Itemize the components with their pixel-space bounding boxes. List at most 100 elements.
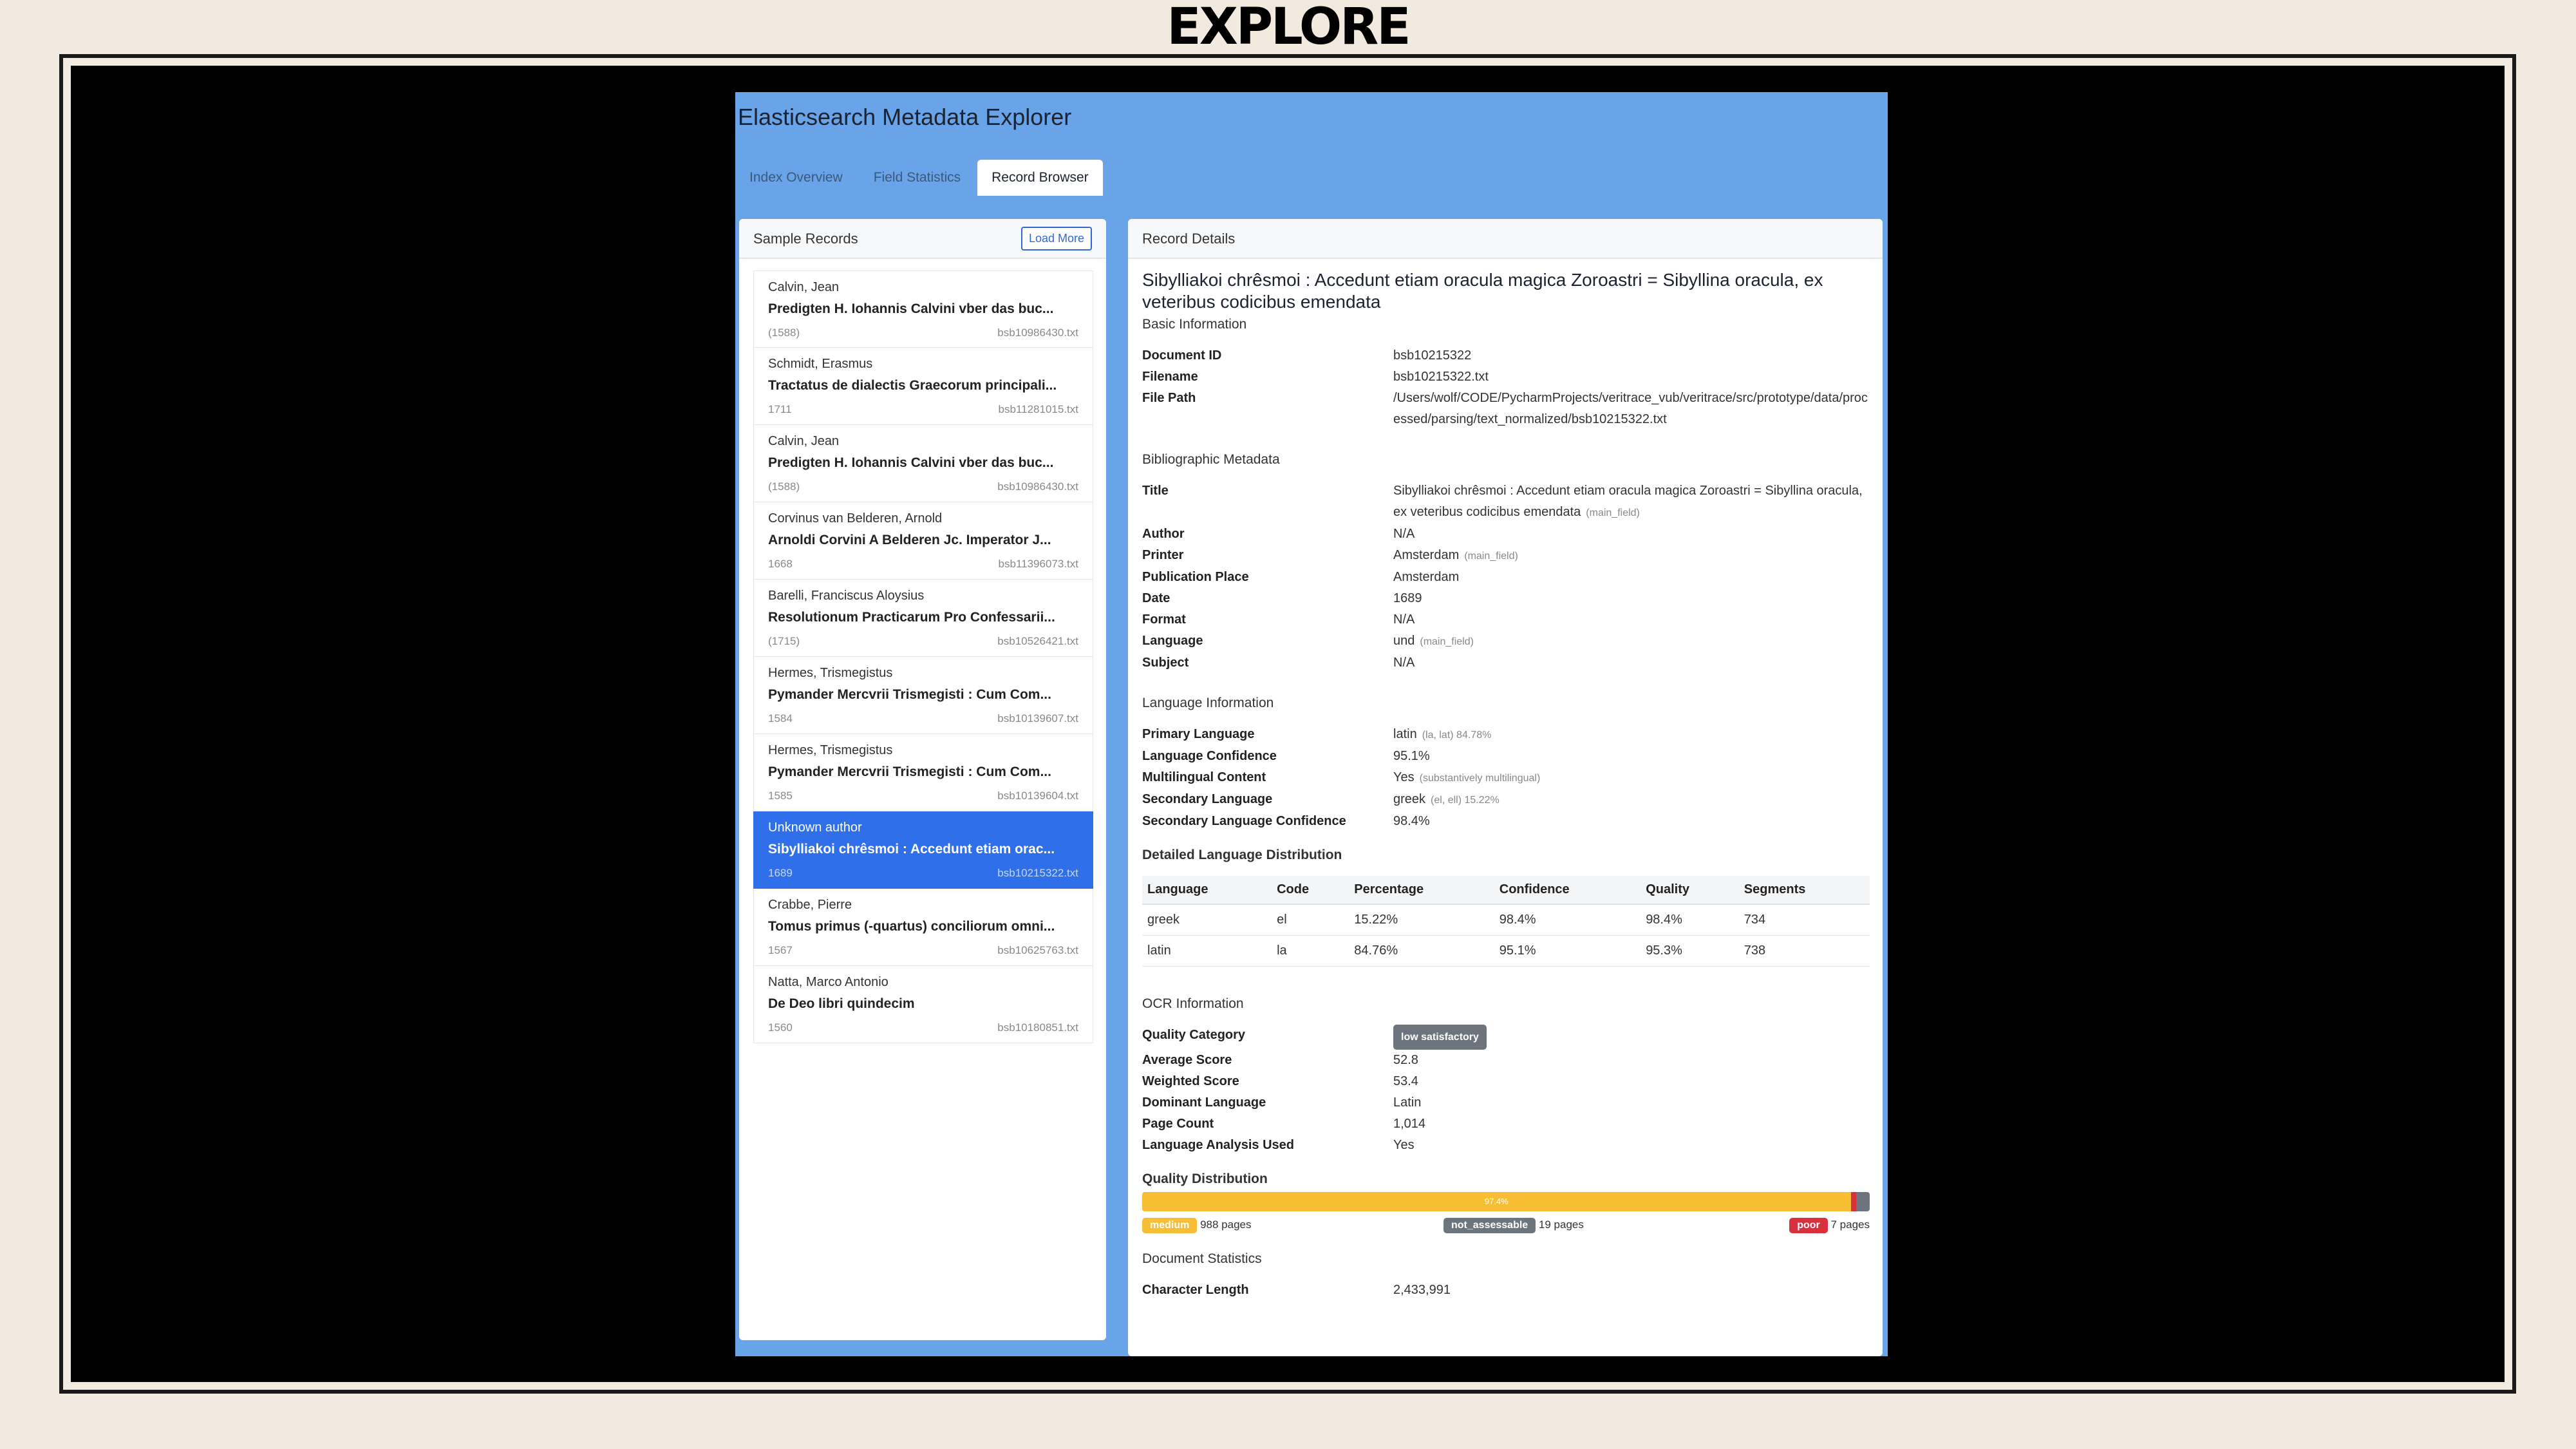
language-analysis-label: Language Analysis Used	[1142, 1138, 1294, 1152]
quality-distribution-heading: Quality Distribution	[1142, 1171, 1268, 1186]
place-value: Amsterdam	[1393, 570, 1460, 584]
record-list-item[interactable]: Schmidt, Erasmus Tractatus de dialectis G…	[753, 348, 1093, 425]
distribution-heading: Detailed Language Distribution	[1142, 848, 1342, 862]
weighted-score-row: Weighted Score 53.4	[1142, 1071, 1870, 1092]
record-author: Hermes, Trismegistus	[768, 666, 893, 680]
tab-field-statistics[interactable]: Field Statistics	[860, 160, 975, 196]
record-details-panel: Record Details Sibylliakoi chrêsmoi : Ac…	[1128, 219, 1883, 1356]
record-title: Arnoldi Corvini A Belderen Jc. Imperator…	[768, 533, 1051, 547]
record-filename: bsb10986430.txt	[997, 327, 1078, 339]
records-list: Calvin, Jean Predigten H. Iohannis Calvin…	[753, 270, 1093, 1043]
record-title: Pymander Mercvrii Trismegisti : Cum Com.…	[768, 764, 1051, 779]
record-date: (1715)	[768, 635, 800, 647]
file-path-label: File Path	[1142, 391, 1196, 405]
primary-language-row: Primary Language latin (la, lat) 84.78%	[1142, 724, 1870, 746]
quality-category-row: Quality Category low satisfactory	[1142, 1025, 1870, 1050]
place-label: Publication Place	[1142, 570, 1249, 584]
format-row: Format N/A	[1142, 609, 1870, 630]
table-row: latin la 84.76% 95.1% 95.3% 738	[1142, 935, 1870, 967]
title-note: (main_field)	[1586, 507, 1640, 518]
record-date: 1584	[768, 712, 793, 724]
record-list-item[interactable]: Calvin, Jean Predigten H. Iohannis Calvin…	[753, 425, 1093, 502]
record-list-item[interactable]: Corvinus van Belderen, Arnold Arnoldi Cor…	[753, 502, 1093, 580]
record-details-title: Record Details	[1142, 231, 1236, 247]
record-list-item[interactable]: Barelli, Franciscus Aloysius Resolutionum…	[753, 580, 1093, 657]
record-date: 1668	[768, 558, 793, 570]
record-filename: bsb10139604.txt	[997, 790, 1078, 802]
language-analysis-row: Language Analysis Used Yes	[1142, 1135, 1870, 1156]
table-cell: la	[1272, 935, 1349, 967]
author-label: Author	[1142, 527, 1185, 541]
ocr-heading: OCR Information	[1142, 996, 1244, 1011]
bibliographic-heading: Bibliographic Metadata	[1142, 452, 1280, 467]
table-cell: 95.3%	[1641, 935, 1739, 967]
filename-row: Filename bsb10215322.txt	[1142, 366, 1870, 388]
file-path-row: File Path/Users/wolf/CODE/PycharmProject…	[1142, 388, 1870, 430]
secondary-confidence-row: Secondary Language Confidence 98.4%	[1142, 811, 1870, 832]
average-score-label: Average Score	[1142, 1053, 1232, 1067]
table-cell: el	[1272, 904, 1349, 936]
record-filename: bsb11396073.txt	[998, 558, 1078, 570]
language-note: (main_field)	[1420, 636, 1474, 647]
not-assessable-badge: not_assessable	[1443, 1218, 1536, 1233]
document-id-label: Document ID	[1142, 348, 1222, 363]
multilingual-label: Multilingual Content	[1142, 770, 1266, 784]
column-header: Confidence	[1494, 876, 1641, 905]
table-cell: latin	[1142, 935, 1272, 967]
record-title: Predigten H. Iohannis Calvini vber das b…	[768, 301, 1054, 316]
place-row: Publication Place Amsterdam	[1142, 567, 1870, 588]
record-title: Predigten H. Iohannis Calvini vber das b…	[768, 455, 1054, 470]
legend-medium: medium 988 pages	[1142, 1218, 1251, 1233]
record-list-item[interactable]: Crabbe, Pierre Tomus primus (-quartus) co…	[753, 889, 1093, 966]
record-title: De Deo libri quindecim	[768, 996, 915, 1011]
file-path-value: /Users/wolf/CODE/PycharmProjects/veritra…	[1393, 391, 1868, 426]
record-author: Barelli, Franciscus Aloysius	[768, 589, 925, 603]
record-title: Pymander Mercvrii Trismegisti : Cum Com.…	[768, 687, 1051, 702]
subject-value: N/A	[1393, 656, 1415, 670]
printer-row: Printer Amsterdam (main_field)	[1142, 545, 1870, 567]
load-more-button[interactable]: Load More	[1020, 227, 1092, 251]
app-title: Elasticsearch Metadata Explorer	[738, 104, 1072, 130]
table-cell: 98.4%	[1494, 904, 1641, 936]
language-row: Language und (main_field)	[1142, 630, 1870, 652]
record-list-item[interactable]: Hermes, Trismegistus Pymander Mercvrii Tr…	[753, 734, 1093, 811]
doc-stats-heading: Document Statistics	[1142, 1251, 1262, 1266]
printer-note: (main_field)	[1464, 551, 1518, 562]
subject-label: Subject	[1142, 656, 1189, 670]
record-list-item[interactable]: Hermes, Trismegistus Pymander Mercvrii Tr…	[753, 657, 1093, 734]
not-assessable-pages: 19 pages	[1538, 1218, 1584, 1231]
record-filename: bsb10180851.txt	[997, 1021, 1078, 1034]
record-list-item[interactable]: Natta, Marco Antonio De Deo libri quindec…	[753, 966, 1093, 1043]
sample-records-panel: Sample Records Load More Calvin, Jean Pre…	[739, 219, 1106, 1340]
table-cell: 95.1%	[1494, 935, 1641, 967]
quality-category-label: Quality Category	[1142, 1028, 1246, 1042]
quality-bar-not-assessable	[1856, 1192, 1870, 1211]
author-value: N/A	[1393, 527, 1415, 541]
slide-title: EXPLORE	[1167, 0, 1411, 56]
language-value: und	[1393, 634, 1415, 648]
character-length-row: Character Length 2,433,991	[1142, 1280, 1870, 1301]
table-cell: 84.76%	[1349, 935, 1494, 967]
primary-language-label: Primary Language	[1142, 727, 1255, 741]
title-row: Title Sibylliakoi chrêsmoi : Accedunt eti…	[1142, 480, 1870, 524]
record-title: Tractatus de dialectis Graecorum princip…	[768, 378, 1057, 393]
tab-record-browser[interactable]: Record Browser	[977, 160, 1103, 196]
quality-bar-medium: 97.4%	[1142, 1192, 1851, 1211]
language-analysis-value: Yes	[1393, 1138, 1415, 1152]
record-details-header: Record Details	[1128, 219, 1883, 259]
table-cell: 98.4%	[1641, 904, 1739, 936]
average-score-row: Average Score 52.8	[1142, 1050, 1870, 1071]
filename-label: Filename	[1142, 370, 1198, 384]
quality-legend: medium 988 pages not_assessable 19 pages…	[1142, 1218, 1870, 1241]
language-confidence-label: Language Confidence	[1142, 749, 1277, 763]
column-header: Segments	[1738, 876, 1870, 905]
page-count-row: Page Count 1,014	[1142, 1113, 1870, 1135]
record-details-body: Sibylliakoi chrêsmoi : Accedunt etiam or…	[1142, 269, 1870, 1301]
quality-bar-poor	[1850, 1192, 1856, 1211]
record-list-item[interactable]: Unknown author Sibylliakoi chrêsmoi : Acc…	[753, 811, 1093, 889]
weighted-score-value: 53.4	[1393, 1074, 1418, 1088]
record-list-item[interactable]: Calvin, Jean Predigten H. Iohannis Calvin…	[753, 270, 1093, 348]
secondary-language-label: Secondary Language	[1142, 792, 1273, 806]
tab-index-overview[interactable]: Index Overview	[735, 160, 857, 196]
table-header-row: Language Code Percentage Confidence Qual…	[1142, 876, 1870, 905]
